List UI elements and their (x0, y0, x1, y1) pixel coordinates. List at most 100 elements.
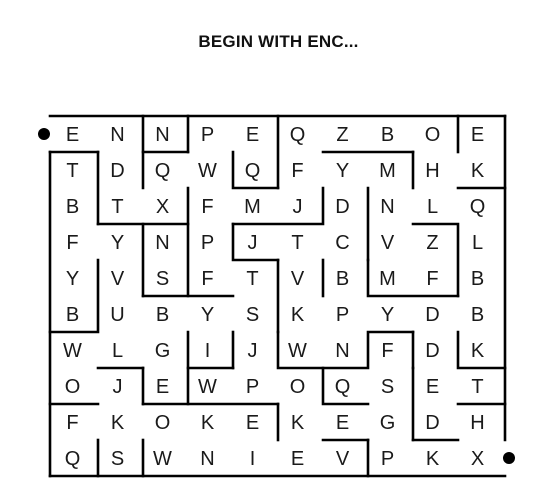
maze-letter: X (156, 196, 169, 218)
maze-letter: E (66, 124, 79, 146)
maze-letter: T (66, 160, 78, 182)
maze-letter: Y (201, 304, 214, 326)
maze-letter: G (380, 412, 396, 434)
maze-letter: W (153, 448, 172, 470)
maze-letter: F (291, 160, 303, 182)
maze-letter: F (201, 268, 213, 290)
maze-letter: B (66, 196, 79, 218)
maze-letter: N (155, 124, 169, 146)
maze-letter: P (246, 376, 259, 398)
maze-letter: V (336, 448, 350, 470)
maze-letter: P (201, 124, 214, 146)
maze-letter: T (246, 268, 258, 290)
maze-end-dot (503, 452, 515, 464)
maze-letter: L (112, 340, 123, 362)
maze-letter: M (379, 160, 396, 182)
maze-letter: F (381, 340, 393, 362)
maze-letter: O (65, 376, 81, 398)
maze-letter: I (250, 448, 256, 470)
maze-letter: M (244, 196, 261, 218)
maze-letter: V (291, 268, 305, 290)
maze-letter: Q (335, 376, 351, 398)
maze-letter: Y (66, 268, 79, 290)
maze-letter: E (246, 412, 259, 434)
maze-letter: Q (470, 196, 486, 218)
maze-letter: N (110, 124, 124, 146)
maze-letter: E (246, 124, 259, 146)
maze-letter: Y (111, 232, 124, 254)
maze-letter: B (66, 304, 79, 326)
maze-letter: W (63, 340, 82, 362)
maze-letter: N (380, 196, 394, 218)
maze-letter: V (381, 232, 395, 254)
maze-letter: K (111, 412, 125, 434)
maze-letter: K (291, 412, 305, 434)
maze-letter: Q (155, 160, 171, 182)
maze-letter: N (335, 340, 349, 362)
maze-letter: Q (65, 448, 81, 470)
maze-letter: J (248, 340, 258, 362)
maze-letter: F (66, 412, 78, 434)
maze-start-dot (38, 128, 50, 140)
maze-letter: P (336, 304, 349, 326)
maze-letter: W (288, 340, 307, 362)
maze-letter: J (248, 232, 258, 254)
maze-letter: T (111, 196, 123, 218)
maze-letter: T (291, 232, 303, 254)
maze-letter: O (290, 376, 306, 398)
maze-letter: K (471, 340, 485, 362)
maze-letter: K (471, 160, 485, 182)
maze-letter: S (111, 448, 124, 470)
maze-letter: D (425, 340, 439, 362)
maze-letter: S (381, 376, 394, 398)
maze-letter: Q (290, 124, 306, 146)
maze-letter: F (66, 232, 78, 254)
maze-letter: Y (381, 304, 394, 326)
maze-letter: B (336, 268, 349, 290)
maze-letter: H (425, 160, 439, 182)
maze-letter: N (200, 448, 214, 470)
maze-letter: L (427, 196, 438, 218)
maze-letter: Z (336, 124, 348, 146)
maze-letter: D (425, 304, 439, 326)
maze-letter: E (471, 124, 484, 146)
maze-letter: D (425, 412, 439, 434)
maze-letter: Y (336, 160, 349, 182)
maze-letter: P (201, 232, 214, 254)
maze-letter: O (425, 124, 441, 146)
maze-letter: P (381, 448, 394, 470)
maze-letter: X (471, 448, 484, 470)
maze-letter: F (201, 196, 213, 218)
maze-letter: Q (245, 160, 261, 182)
maze-letter: K (291, 304, 305, 326)
maze-letter: J (293, 196, 303, 218)
maze-letter: J (113, 376, 123, 398)
maze-letter: E (336, 412, 349, 434)
maze-letter: U (110, 304, 124, 326)
maze-letter: L (472, 232, 483, 254)
maze-letter: D (110, 160, 124, 182)
maze-letter: B (471, 304, 484, 326)
maze-letter: E (291, 448, 304, 470)
maze-letter: K (426, 448, 440, 470)
maze-letter: C (335, 232, 349, 254)
maze-board[interactable]: E N N P E Q Z B O ET D Q W Q F Y M H KB T X F M J D N L QF Y N P J T C V Z L… (0, 0, 557, 502)
maze-letter: W (198, 160, 217, 182)
maze-letter: S (246, 304, 259, 326)
maze-letter: M (379, 268, 396, 290)
maze-letter: H (470, 412, 484, 434)
maze-letter: W (198, 376, 217, 398)
maze-letter: E (426, 376, 439, 398)
maze-letter: F (426, 268, 438, 290)
maze-letter: I (205, 340, 211, 362)
maze-letter: G (155, 340, 171, 362)
maze-letter: E (156, 376, 169, 398)
maze-letter: K (201, 412, 215, 434)
maze-letter: V (111, 268, 125, 290)
maze-letter: B (381, 124, 394, 146)
maze-letter: T (471, 376, 483, 398)
maze-letter: Z (426, 232, 438, 254)
maze-letter: D (335, 196, 349, 218)
maze-letter: O (155, 412, 171, 434)
maze-letter: S (156, 268, 169, 290)
